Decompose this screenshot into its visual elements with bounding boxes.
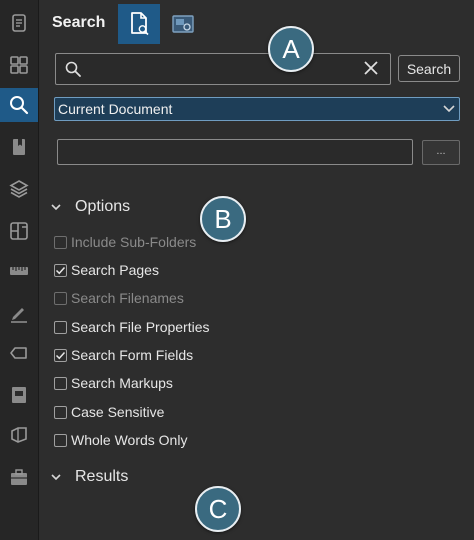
callout-a: A: [268, 26, 314, 72]
checkbox[interactable]: [54, 376, 67, 390]
search-panel: Search Search Current Document ... Optio…: [39, 0, 474, 540]
sidebar-item-spaces[interactable]: [0, 214, 38, 248]
callout-c: C: [195, 486, 241, 532]
toolchest-icon: [11, 469, 27, 485]
document-properties-icon: [12, 14, 26, 32]
checkbox[interactable]: [54, 291, 67, 305]
option-search-filenames[interactable]: Search Filenames: [54, 288, 184, 308]
sidebar-item-search[interactable]: [0, 88, 38, 122]
search-icon: [65, 61, 81, 77]
option-whole-words-only[interactable]: Whole Words Only: [54, 430, 187, 450]
folder-path-field[interactable]: [57, 139, 413, 165]
checkbox-checked[interactable]: [54, 348, 67, 362]
thumbnails-icon: [10, 56, 28, 74]
option-include-sub-folders[interactable]: Include Sub-Folders: [54, 232, 196, 252]
results-section-label: Results: [75, 468, 129, 485]
chevron-down-icon: [51, 474, 61, 481]
option-case-sensitive[interactable]: Case Sensitive: [54, 402, 164, 422]
browse-button[interactable]: ...: [422, 140, 460, 165]
sidebar-item-toolchest[interactable]: [0, 460, 38, 494]
checkbox[interactable]: [54, 405, 67, 419]
sidebar-item-signatures[interactable]: [0, 296, 38, 330]
chevron-down-icon: [443, 105, 455, 113]
sidebar-item-links[interactable]: [0, 336, 38, 370]
checkbox-checked[interactable]: [54, 263, 67, 277]
checkbox[interactable]: [54, 235, 67, 249]
visual-search-mode-button[interactable]: [163, 4, 203, 44]
sidebar-item-measurements[interactable]: [0, 254, 38, 288]
sidebar-item-sets[interactable]: [0, 418, 38, 452]
checkbox[interactable]: [54, 320, 67, 334]
layers-icon: [9, 180, 29, 198]
callout-b: B: [200, 196, 246, 242]
option-search-pages[interactable]: Search Pages: [54, 260, 159, 280]
sets-icon: [11, 427, 27, 443]
close-icon[interactable]: [362, 59, 380, 77]
checkbox[interactable]: [54, 433, 67, 447]
sidebar-item-bookmarks[interactable]: [0, 130, 38, 164]
search-icon: [10, 96, 29, 115]
bookmarks-icon: [13, 139, 25, 155]
signatures-icon: [11, 308, 27, 323]
visual-search-icon: [172, 15, 194, 33]
text-search-icon: [131, 12, 149, 36]
option-label: Search File Properties: [71, 319, 210, 335]
links-icon: [10, 347, 27, 359]
search-button[interactable]: Search: [398, 55, 460, 82]
option-label: Include Sub-Folders: [71, 234, 197, 250]
scope-selected-value: Current Document: [58, 101, 173, 117]
spaces-icon: [10, 222, 28, 240]
left-sidebar: [0, 0, 39, 540]
option-label: Search Pages: [71, 262, 159, 278]
options-section-label: Options: [75, 198, 131, 215]
option-label: Case Sensitive: [71, 404, 165, 420]
option-search-markups[interactable]: Search Markups: [54, 373, 173, 393]
search-field: [55, 53, 391, 85]
results-section-header[interactable]: Results: [50, 468, 128, 486]
panel-title: Search: [52, 14, 106, 31]
option-label: Whole Words Only: [71, 432, 188, 448]
option-search-form-fields[interactable]: Search Form Fields: [54, 345, 193, 365]
scope-select[interactable]: Current Document: [54, 97, 460, 121]
option-label: Search Form Fields: [71, 347, 194, 363]
sidebar-item-layers[interactable]: [0, 172, 38, 206]
check-icon: [55, 351, 66, 359]
check-icon: [55, 266, 66, 274]
option-label: Search Filenames: [71, 290, 184, 306]
markups-list-icon: [12, 387, 26, 403]
chevron-down-icon: [51, 204, 61, 211]
options-section-header[interactable]: Options: [50, 198, 130, 216]
sidebar-item-properties[interactable]: [0, 6, 38, 40]
sidebar-item-markups-list[interactable]: [0, 378, 38, 412]
option-search-file-properties[interactable]: Search File Properties: [54, 317, 210, 337]
measurements-icon: [10, 267, 28, 275]
sidebar-item-thumbnails[interactable]: [0, 48, 38, 82]
text-search-mode-button[interactable]: [118, 4, 160, 44]
option-label: Search Markups: [71, 375, 173, 391]
